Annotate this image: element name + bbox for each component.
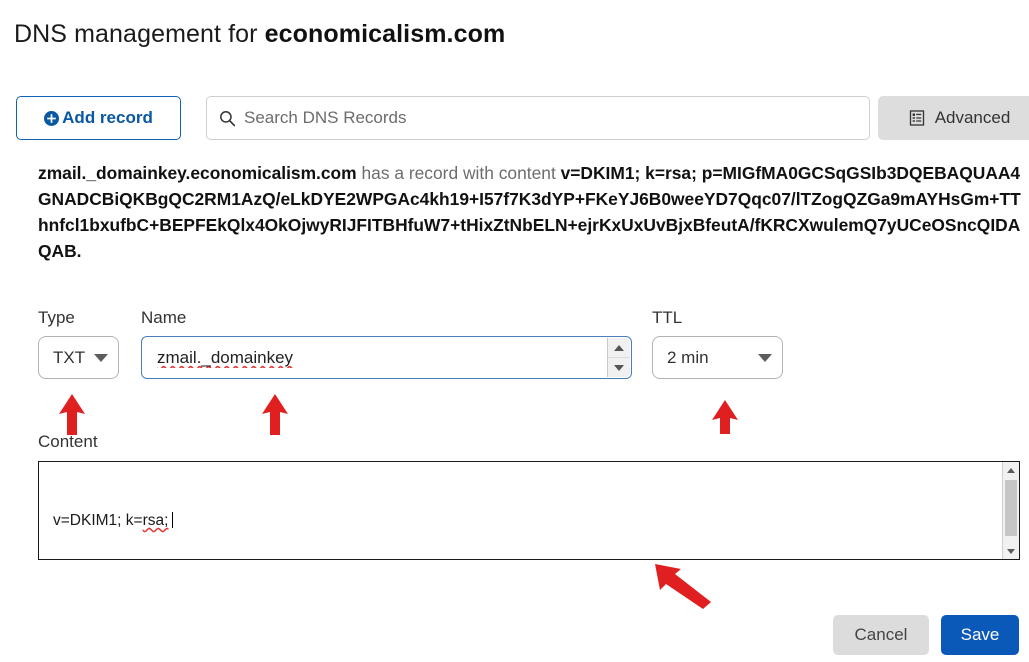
type-label: Type (38, 308, 75, 327)
type-select-value: TXT (53, 347, 86, 367)
dns-toolbar: Add record Search DNS Records Advanced (16, 96, 1029, 140)
name-input[interactable] (142, 347, 587, 368)
ttl-select-value: 2 min (667, 347, 709, 367)
content-scrollbar[interactable] (1002, 462, 1019, 559)
stepper-up-button[interactable] (608, 338, 630, 358)
dns-management-page: DNS management for economicalism.com Add… (0, 0, 1029, 662)
content-field-group: Content v=DKIM1; k=rsa; p=MIGfMA0GCSqGSI… (38, 432, 1022, 560)
save-button[interactable]: Save (941, 615, 1019, 655)
content-label: Content (38, 432, 98, 451)
chevron-down-icon (758, 353, 772, 362)
text-cursor (172, 512, 174, 528)
page-title-domain: economicalism.com (264, 20, 506, 48)
add-record-label: Add record (62, 108, 153, 127)
scroll-down-button[interactable] (1003, 543, 1019, 559)
record-description-name: zmail._domainkey.economicalism.com (38, 163, 357, 183)
add-record-button[interactable]: Add record (16, 96, 181, 140)
annotation-arrow-content (633, 560, 713, 615)
scroll-up-button[interactable] (1003, 462, 1019, 478)
chevron-down-icon (94, 353, 108, 362)
content-textarea[interactable]: v=DKIM1; k=rsa; p=MIGfMA0GCSqGSIb3DQEBAQ… (39, 462, 991, 559)
type-select[interactable]: TXT (38, 336, 119, 379)
stepper-down-button[interactable] (608, 358, 630, 377)
plus-circle-icon (44, 110, 60, 126)
advanced-label: Advanced (934, 108, 1011, 127)
cancel-button[interactable]: Cancel (833, 615, 929, 655)
record-fields-row: Type TXT Name TTL (38, 308, 998, 388)
name-field-group: Name (141, 308, 632, 379)
content-textarea-wrapper: v=DKIM1; k=rsa; p=MIGfMA0GCSqGSIb3DQEBAQ… (38, 461, 1020, 560)
search-dns-records-field[interactable] (206, 96, 870, 140)
page-title-prefix: DNS management for (14, 20, 265, 48)
triangle-down-icon (1007, 548, 1015, 554)
type-field-group: Type TXT (38, 308, 148, 379)
triangle-down-icon (614, 364, 624, 371)
name-stepper[interactable] (607, 338, 630, 377)
search-input[interactable] (244, 108, 844, 128)
triangle-up-icon (1007, 467, 1015, 473)
advanced-button[interactable]: Advanced (878, 96, 1029, 140)
ttl-select[interactable]: 2 min (652, 336, 783, 379)
name-input-wrapper (141, 336, 632, 379)
record-description-middle: has a record with content (356, 163, 561, 183)
ttl-field-group: TTL 2 min (652, 308, 787, 379)
list-document-icon (909, 110, 925, 126)
triangle-up-icon (614, 344, 624, 351)
page-title: DNS management for economicalism.com (14, 20, 505, 49)
search-icon (219, 110, 236, 127)
scrollbar-thumb[interactable] (1005, 480, 1017, 536)
ttl-label: TTL (652, 308, 683, 327)
name-label: Name (141, 308, 187, 327)
record-description: zmail._domainkey.economicalism.com has a… (38, 160, 1023, 264)
content-line-1: v=DKIM1; k=rsa; (53, 510, 985, 532)
dialog-footer: Cancel Save (0, 615, 1029, 662)
content-line-1-misspelled: rsa; (142, 512, 169, 529)
content-line-1-prefix: v=DKIM1; k= (53, 512, 143, 529)
record-description-trailing: . (76, 241, 82, 261)
